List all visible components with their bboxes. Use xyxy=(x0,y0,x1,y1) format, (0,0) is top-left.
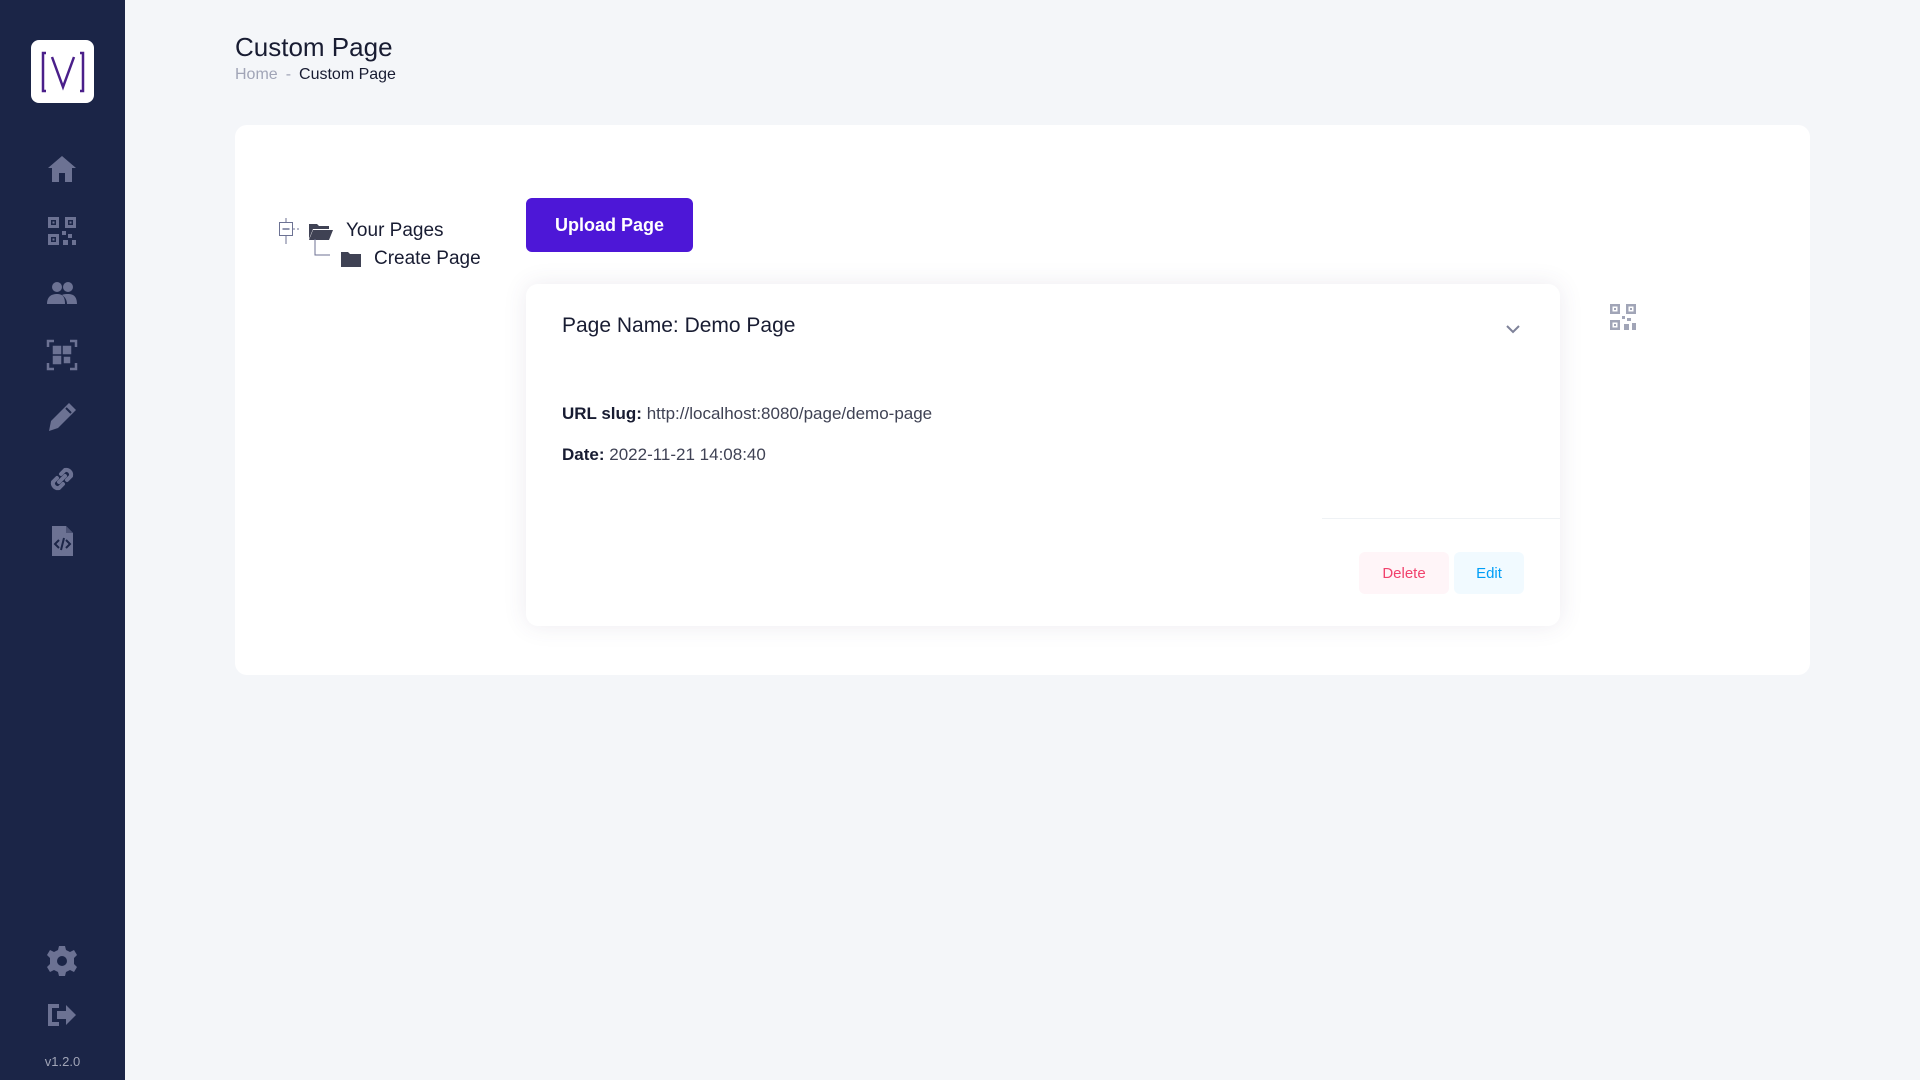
logo-mark-icon xyxy=(41,51,84,92)
app-version: v1.2.0 xyxy=(44,1054,81,1069)
url-slug-value: http://localhost:8080/page/demo-page xyxy=(646,404,933,423)
gear-icon[interactable] xyxy=(44,943,80,979)
app-logo[interactable] xyxy=(31,40,94,103)
tree-node-create-page[interactable]: Create Page xyxy=(314,239,481,270)
card-divider xyxy=(1322,518,1560,519)
sidebar: v1.2.0 xyxy=(0,0,125,1080)
folder-icon xyxy=(341,252,361,267)
logout-icon[interactable] xyxy=(44,997,80,1033)
tree-collapse-icon[interactable] xyxy=(278,218,302,244)
date-field: Date: 2022-11-21 14:08:40 xyxy=(562,445,766,465)
page-card-title: Page Name: Demo Page xyxy=(562,314,796,337)
url-slug-label: URL slug: xyxy=(562,404,642,423)
users-icon[interactable] xyxy=(44,275,80,311)
date-value: 2022-11-21 14:08:40 xyxy=(609,445,766,464)
upload-page-button[interactable]: Upload Page xyxy=(526,198,693,252)
chevron-down-icon[interactable] xyxy=(1502,318,1524,340)
tree-connector-icon xyxy=(314,239,330,256)
breadcrumb-separator: - xyxy=(285,66,292,83)
url-slug-field: URL slug: http://localhost:8080/page/dem… xyxy=(562,404,932,424)
home-icon[interactable] xyxy=(44,151,80,187)
breadcrumb: Home - Custom Page xyxy=(235,66,396,84)
qr-scan-icon[interactable] xyxy=(44,337,80,373)
tree-node-your-pages[interactable]: Your Pages xyxy=(278,218,444,244)
breadcrumb-home[interactable]: Home xyxy=(235,66,278,84)
tree-label-your-pages: Your Pages xyxy=(346,220,444,241)
qr-code-icon[interactable] xyxy=(44,213,80,249)
edit-button[interactable]: Edit xyxy=(1454,552,1524,594)
date-label: Date: xyxy=(562,445,605,464)
link-icon[interactable] xyxy=(44,461,80,497)
pen-icon[interactable] xyxy=(44,399,80,435)
file-code-icon[interactable] xyxy=(44,523,80,559)
page-card: Page Name: Demo Page URL slug: http://lo… xyxy=(526,284,1560,626)
page-title: Custom Page xyxy=(235,32,393,62)
folder-open-icon xyxy=(309,224,333,240)
qr-code-icon[interactable] xyxy=(1609,303,1637,331)
delete-button[interactable]: Delete xyxy=(1359,552,1449,594)
breadcrumb-current: Custom Page xyxy=(299,66,396,83)
tree-label-create-page: Create Page xyxy=(374,248,481,269)
